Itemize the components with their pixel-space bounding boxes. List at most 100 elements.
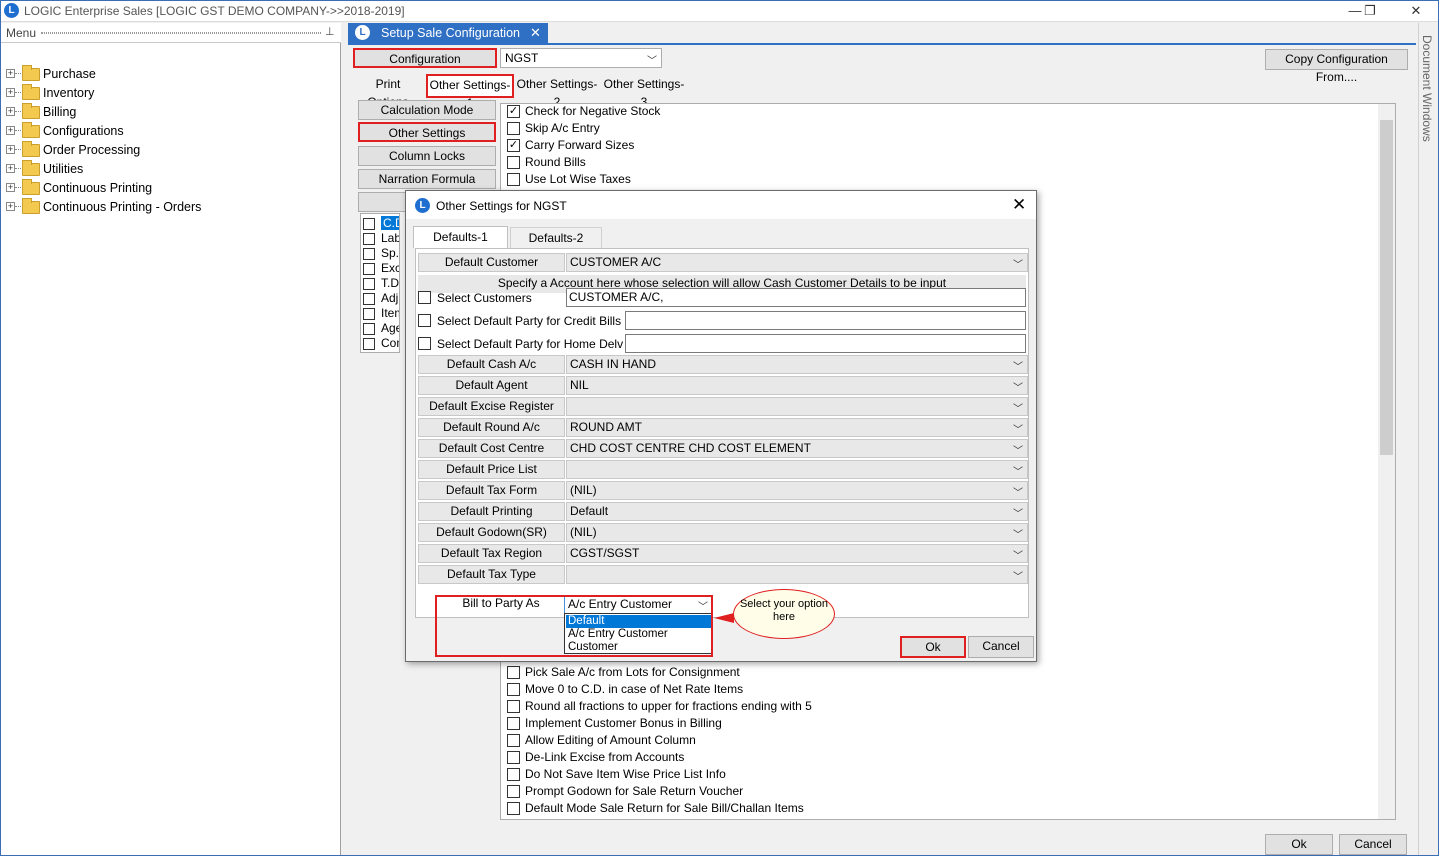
- row-select-default-price-list[interactable]: ﹀: [566, 460, 1028, 479]
- cancel-button[interactable]: Cancel: [1339, 834, 1407, 855]
- option-checkbox[interactable]: [507, 666, 520, 679]
- dialog-close-icon[interactable]: ✕: [1012, 195, 1026, 215]
- option-checkbox[interactable]: ✓: [507, 105, 520, 118]
- category-item[interactable]: Labo: [363, 231, 399, 246]
- option-prompt-godown-for-sale-return-voucher[interactable]: Prompt Godown for Sale Return Voucher: [507, 783, 1367, 800]
- category-checkbox[interactable]: [363, 248, 375, 260]
- calculation-mode-button[interactable]: Calculation Mode: [358, 100, 496, 120]
- option-checkbox[interactable]: [507, 768, 520, 781]
- close-tab-icon[interactable]: ✕: [530, 25, 541, 41]
- option-checkbox[interactable]: [507, 683, 520, 696]
- category-checkbox[interactable]: [363, 338, 375, 350]
- category-checkbox[interactable]: [363, 323, 375, 335]
- category-checkbox[interactable]: [363, 233, 375, 245]
- option-checkbox[interactable]: [507, 802, 520, 815]
- check-box[interactable]: [418, 314, 431, 327]
- check-box[interactable]: [418, 337, 431, 350]
- option-de-link-excise-from-accounts[interactable]: De-Link Excise from Accounts: [507, 749, 1367, 766]
- options-scrollbar[interactable]: [1378, 104, 1395, 819]
- category-item[interactable]: T.D.(: [363, 276, 399, 291]
- option-checkbox[interactable]: [507, 717, 520, 730]
- option-check-for-negative-stock[interactable]: ✓ Check for Negative Stock: [507, 103, 1367, 120]
- option-pick-sale-a-c-from-lots-for-consignment[interactable]: Pick Sale A/c from Lots for Consignment: [507, 664, 1367, 681]
- check-select-default-party-for-home-delv[interactable]: Select Default Party for Home Delv: [418, 333, 1026, 354]
- row-select-default-agent[interactable]: NIL ﹀: [566, 376, 1028, 395]
- row-select-default-tax-region[interactable]: CGST/SGST ﹀: [566, 544, 1028, 563]
- narration-formula-button[interactable]: Narration Formula: [358, 169, 496, 189]
- expand-icon[interactable]: +: [6, 202, 15, 211]
- option-move-0-to-c-d-in-case-of-net-rate-items[interactable]: Move 0 to C.D. in case of Net Rate Items: [507, 681, 1367, 698]
- category-item[interactable]: Adjus: [363, 291, 399, 306]
- category-item[interactable]: Agen: [363, 321, 399, 336]
- tab-print-options[interactable]: Print Options: [354, 75, 422, 109]
- check-box[interactable]: [418, 291, 431, 304]
- option-default-mode-sale-return-for-sale-bill-challan-items[interactable]: Default Mode Sale Return for Sale Bill/C…: [507, 800, 1367, 817]
- dialog-ok-button[interactable]: Ok: [900, 636, 966, 658]
- option-round-bills[interactable]: Round Bills: [507, 154, 1367, 171]
- menu-item-continuous-printing-orders[interactable]: + Continuous Printing - Orders: [6, 198, 336, 218]
- category-checkbox[interactable]: [363, 218, 375, 230]
- check-select-default-party-for-credit-bills[interactable]: Select Default Party for Credit Bills: [418, 310, 1026, 331]
- option-use-lot-wise-taxes[interactable]: Use Lot Wise Taxes: [507, 171, 1367, 188]
- category-item[interactable]: C.D.(: [363, 216, 399, 231]
- option-checkbox[interactable]: [507, 700, 520, 713]
- category-item[interactable]: Comp: [363, 336, 399, 351]
- option-checkbox[interactable]: [507, 122, 520, 135]
- menu-item-inventory[interactable]: + Inventory: [6, 84, 336, 104]
- category-item[interactable]: Excis: [363, 261, 399, 276]
- tab-defaults-2[interactable]: Defaults-2: [510, 227, 602, 249]
- ok-button[interactable]: Ok: [1265, 834, 1333, 855]
- category-item[interactable]: Sp.C: [363, 246, 399, 261]
- other-settings-button[interactable]: Other Settings: [358, 122, 496, 142]
- expand-icon[interactable]: +: [6, 164, 15, 173]
- menu-item-continuous-printing[interactable]: + Continuous Printing: [6, 179, 336, 199]
- expand-icon[interactable]: +: [6, 88, 15, 97]
- menu-item-order-processing[interactable]: + Order Processing: [6, 141, 336, 161]
- check-input[interactable]: [625, 334, 1026, 353]
- tab-other-settings-1[interactable]: Other Settings-1: [426, 74, 514, 110]
- row-select-default-tax-type[interactable]: ﹀: [566, 565, 1028, 584]
- row-select-default-tax-form[interactable]: (NIL) ﹀: [566, 481, 1028, 500]
- check-select-customers[interactable]: Select Customers CUSTOMER A/C,: [418, 287, 1026, 308]
- option-checkbox[interactable]: [507, 751, 520, 764]
- restore-icon[interactable]: ❐: [1355, 2, 1385, 20]
- option-checkbox[interactable]: [507, 785, 520, 798]
- category-item[interactable]: Item: [363, 306, 399, 321]
- expand-icon[interactable]: +: [6, 107, 15, 116]
- row-select-default-cash-a-c[interactable]: CASH IN HAND ﹀: [566, 355, 1028, 374]
- pin-icon[interactable]: ⊥: [325, 25, 335, 38]
- close-icon[interactable]: ✕: [1401, 2, 1431, 20]
- category-checkbox[interactable]: [363, 263, 375, 275]
- option-skip-a-c-entry[interactable]: Skip A/c Entry: [507, 120, 1367, 137]
- tab-defaults-1[interactable]: Defaults-1: [413, 226, 508, 248]
- menu-item-configurations[interactable]: + Configurations: [6, 122, 336, 142]
- option-round-all-fractions-to-upper-for-fractions-ending-with-5[interactable]: Round all fractions to upper for fractio…: [507, 698, 1367, 715]
- category-checkbox[interactable]: [363, 293, 375, 305]
- option-checkbox[interactable]: [507, 734, 520, 747]
- configuration-button[interactable]: Configuration: [353, 48, 497, 68]
- category-checkbox[interactable]: [363, 308, 375, 320]
- option-checkbox[interactable]: [507, 156, 520, 169]
- row-select-default-cost-centre[interactable]: CHD COST CENTRE CHD COST ELEMENT ﹀: [566, 439, 1028, 458]
- option-allow-editing-of-amount-column[interactable]: Allow Editing of Amount Column: [507, 732, 1367, 749]
- document-windows-strip[interactable]: Document Windows: [1418, 23, 1438, 855]
- expand-icon[interactable]: +: [6, 145, 15, 154]
- expand-icon[interactable]: +: [6, 183, 15, 192]
- option-checkbox[interactable]: ✓: [507, 139, 520, 152]
- menu-item-utilities[interactable]: + Utilities: [6, 160, 336, 180]
- tab-setup-sale-configuration[interactable]: L Setup Sale Configuration ✕: [348, 23, 548, 43]
- row-select-default-godown-sr[interactable]: (NIL) ﹀: [566, 523, 1028, 542]
- dialog-cancel-button[interactable]: Cancel: [968, 636, 1034, 658]
- check-input[interactable]: CUSTOMER A/C,: [566, 288, 1026, 307]
- row-select-default-round-a-c[interactable]: ROUND AMT ﹀: [566, 418, 1028, 437]
- option-checkbox[interactable]: [507, 173, 520, 186]
- category-checkbox[interactable]: [363, 278, 375, 290]
- menu-item-purchase[interactable]: + Purchase: [6, 65, 336, 85]
- option-carry-forward-sizes[interactable]: ✓ Carry Forward Sizes: [507, 137, 1367, 154]
- row-select-default-excise-register[interactable]: ﹀: [566, 397, 1028, 416]
- column-locks-button[interactable]: Column Locks: [358, 146, 496, 166]
- expand-icon[interactable]: +: [6, 69, 15, 78]
- row-select-default-printing[interactable]: Default ﹀: [566, 502, 1028, 521]
- option-do-not-save-item-wise-price-list-info[interactable]: Do Not Save Item Wise Price List Info: [507, 766, 1367, 783]
- menu-item-billing[interactable]: + Billing: [6, 103, 336, 123]
